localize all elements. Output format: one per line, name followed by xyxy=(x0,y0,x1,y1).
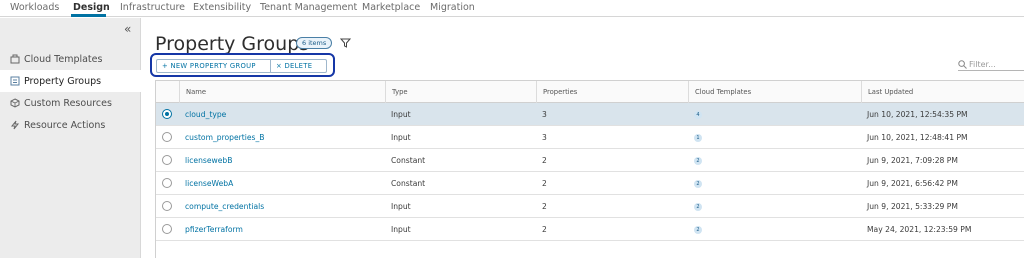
row-properties: 2 xyxy=(542,202,547,211)
row-properties: 2 xyxy=(542,179,547,188)
row-cloud-templates-badge: 2 xyxy=(694,180,702,188)
row-properties: 3 xyxy=(542,110,547,119)
tab-design[interactable]: Design xyxy=(73,2,110,13)
sidebar-item-property-groups[interactable]: Property Groups xyxy=(0,70,141,92)
row-type: Input xyxy=(391,110,411,119)
table-header: Name Type Properties Cloud Templates Las… xyxy=(156,81,1024,103)
tab-marketplace[interactable]: Marketplace xyxy=(362,2,420,13)
page-title: Property Groups xyxy=(155,33,310,55)
row-type: Input xyxy=(391,202,411,211)
sidebar-item-label: Cloud Templates xyxy=(24,53,103,65)
table-row[interactable]: compute_credentials Input 2 2 Jun 9, 202… xyxy=(156,195,1024,218)
row-select-radio[interactable] xyxy=(162,132,172,142)
filter-funnel-icon[interactable] xyxy=(340,38,351,48)
tab-tenant-management[interactable]: Tenant Management xyxy=(260,2,357,13)
row-name-link[interactable]: pfizerTerraform xyxy=(179,218,243,241)
table-row[interactable]: licensewebB Constant 2 2 Jun 9, 2021, 7:… xyxy=(156,149,1024,172)
table-row[interactable]: pfizerTerraform Input 2 2 May 24, 2021, … xyxy=(156,218,1024,241)
sidebar-item-label: Property Groups xyxy=(24,75,102,87)
top-nav: Workloads Design Infrastructure Extensib… xyxy=(0,0,1024,17)
table-row[interactable]: licenseWebA Constant 2 2 Jun 9, 2021, 6:… xyxy=(156,172,1024,195)
new-property-group-button[interactable]: + NEW PROPERTY GROUP xyxy=(156,59,271,73)
active-tab-indicator xyxy=(71,14,106,17)
collapse-sidebar-icon[interactable]: « xyxy=(124,22,131,36)
row-cloud-templates-badge: 2 xyxy=(694,157,702,165)
row-name-link[interactable]: custom_properties_B xyxy=(179,126,265,149)
row-select-radio[interactable] xyxy=(162,224,172,234)
row-select-radio[interactable] xyxy=(162,155,172,165)
filter-placeholder: Filter... xyxy=(969,59,996,69)
cloud-templates-icon xyxy=(10,54,20,64)
resource-actions-icon xyxy=(10,120,20,130)
row-name-link[interactable]: cloud_type xyxy=(179,103,226,126)
row-cloud-templates-badge: 2 xyxy=(694,203,702,211)
action-button-group: + NEW PROPERTY GROUP × DELETE xyxy=(150,53,335,77)
row-type: Input xyxy=(391,133,411,142)
sidebar-item-label: Resource Actions xyxy=(24,119,106,131)
column-header-last-updated[interactable]: Last Updated xyxy=(861,81,1024,103)
property-groups-table: Name Type Properties Cloud Templates Las… xyxy=(155,80,1024,258)
sidebar-item-custom-resources[interactable]: Custom Resources xyxy=(0,92,141,114)
row-name-link[interactable]: licensewebB xyxy=(179,149,232,172)
sidebar-item-label: Custom Resources xyxy=(24,97,112,109)
row-type: Input xyxy=(391,225,411,234)
row-type: Constant xyxy=(391,179,426,188)
row-type: Constant xyxy=(391,156,426,165)
column-header-name[interactable]: Name xyxy=(179,81,385,103)
property-groups-icon xyxy=(10,76,20,86)
filter-input[interactable]: Filter... xyxy=(958,58,1024,71)
row-cloud-templates-badge: 4 xyxy=(694,111,702,119)
row-cloud-templates-badge: 1 xyxy=(694,134,702,142)
row-last-updated: Jun 10, 2021, 12:48:41 PM xyxy=(867,133,968,142)
sidebar: « Cloud Templates Property Groups Custom… xyxy=(0,18,141,258)
row-last-updated: Jun 10, 2021, 12:54:35 PM xyxy=(867,110,968,119)
row-select-radio[interactable] xyxy=(162,178,172,188)
row-last-updated: Jun 9, 2021, 7:09:28 PM xyxy=(867,156,958,165)
tab-extensibility[interactable]: Extensibility xyxy=(193,2,251,13)
column-header-type[interactable]: Type xyxy=(385,81,536,103)
row-last-updated: Jun 9, 2021, 6:56:42 PM xyxy=(867,179,958,188)
item-count-badge: 6 items xyxy=(296,37,333,49)
row-select-radio[interactable] xyxy=(162,109,172,119)
delete-button[interactable]: × DELETE xyxy=(270,59,327,73)
tab-infrastructure[interactable]: Infrastructure xyxy=(120,2,185,13)
search-icon xyxy=(958,59,967,69)
table-row[interactable]: cloud_type Input 3 4 Jun 10, 2021, 12:54… xyxy=(156,103,1024,126)
custom-resources-icon xyxy=(10,98,20,108)
sidebar-item-cloud-templates[interactable]: Cloud Templates xyxy=(0,48,141,70)
tab-migration[interactable]: Migration xyxy=(430,2,475,13)
column-header-cloud-templates[interactable]: Cloud Templates xyxy=(688,81,861,103)
row-properties: 3 xyxy=(542,133,547,142)
row-properties: 2 xyxy=(542,156,547,165)
row-properties: 2 xyxy=(542,225,547,234)
row-cloud-templates-badge: 2 xyxy=(694,226,702,234)
row-last-updated: May 24, 2021, 12:23:59 PM xyxy=(867,225,972,234)
row-name-link[interactable]: compute_credentials xyxy=(179,195,264,218)
table-row[interactable]: custom_properties_B Input 3 1 Jun 10, 20… xyxy=(156,126,1024,149)
tab-workloads[interactable]: Workloads xyxy=(10,2,59,13)
sidebar-item-resource-actions[interactable]: Resource Actions xyxy=(0,114,141,136)
row-name-link[interactable]: licenseWebA xyxy=(179,172,233,195)
column-header-properties[interactable]: Properties xyxy=(536,81,688,103)
row-last-updated: Jun 9, 2021, 5:33:29 PM xyxy=(867,202,958,211)
row-select-radio[interactable] xyxy=(162,201,172,211)
